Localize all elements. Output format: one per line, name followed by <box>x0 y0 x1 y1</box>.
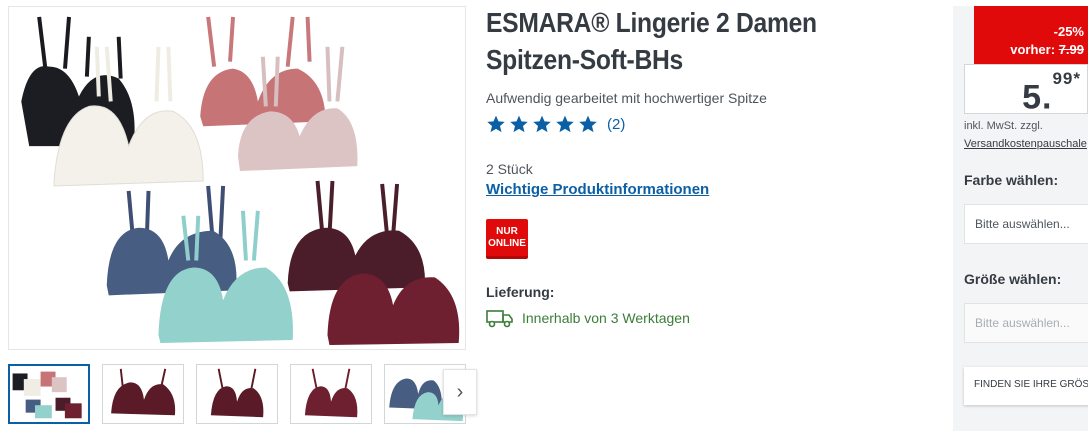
online-only-badge: NUR ONLINE <box>486 219 528 259</box>
badge-line1: NUR <box>496 225 518 237</box>
price-box: 5.99* <box>964 64 1088 117</box>
star-icon <box>510 115 528 133</box>
product-subtitle: Aufwendig gearbeitet mit hochwertiger Sp… <box>486 90 767 106</box>
quantity-text: 2 Stück <box>486 161 533 177</box>
star-icon <box>487 115 505 133</box>
thumbnail-image <box>111 368 176 416</box>
thumbnail-strip: › <box>8 364 477 426</box>
previous-price-value: 7.99 <box>1058 42 1084 57</box>
star-icon <box>579 115 597 133</box>
thumbnail-1[interactable] <box>8 364 90 424</box>
truck-icon <box>486 310 513 328</box>
buybox-panel: -25% vorher: 7.99 5.99* inkl. MwSt. zzgl… <box>953 6 1088 431</box>
product-photo-bras <box>21 16 460 346</box>
previous-price-prefix: vorher: <box>1010 42 1056 57</box>
size-select[interactable]: Bitte auswählen... <box>964 303 1088 343</box>
discount-box: -25% vorher: 7.99 <box>974 6 1088 64</box>
product-title-line2: Spitzen-Soft-BHs <box>486 44 683 75</box>
shipping-cost-link[interactable]: Versandkostenpauschale <box>964 138 1087 150</box>
delivery-text: Innerhalb von 3 Werktagen <box>522 310 690 326</box>
delivery-info: Innerhalb von 3 Werktagen <box>486 307 690 329</box>
thumbnail-next-button[interactable]: › <box>443 369 477 415</box>
star-icon <box>533 115 551 133</box>
discount-percent: -25% <box>1053 24 1084 39</box>
color-select[interactable]: Bitte auswählen... <box>964 204 1088 244</box>
delivery-label: Lieferung: <box>486 284 555 300</box>
product-info-link[interactable]: Wichtige Produktinformationen <box>486 181 709 198</box>
vat-note: inkl. MwSt. zzgl. <box>964 120 1043 132</box>
price-main: 5. <box>1022 78 1053 117</box>
badge-line2: ONLINE <box>488 237 526 249</box>
color-label: Farbe wählen: <box>964 172 1059 188</box>
size-label: Größe wählen: <box>964 271 1062 287</box>
burgundy-bra-graphic <box>287 180 460 346</box>
price-cents: 99* <box>1052 69 1081 88</box>
product-title: ESMARA® Lingerie 2 Damen Spitzen-Soft-BH… <box>486 4 873 78</box>
thumbnail-image <box>304 368 358 418</box>
previous-price: vorher: 7.99 <box>974 41 1084 59</box>
chevron-right-icon: › <box>456 380 464 403</box>
thumbnail-image <box>210 368 264 418</box>
current-price: 5.99* <box>1022 69 1081 117</box>
product-title-line1: ESMARA® Lingerie 2 Damen <box>486 7 817 38</box>
find-size-button[interactable]: FINDEN SIE IHRE GRÖSSE <box>964 367 1088 405</box>
thumbnail-image <box>12 371 82 419</box>
main-product-image[interactable] <box>8 6 466 350</box>
thumbnail-2[interactable] <box>102 364 184 424</box>
rating[interactable]: (2) <box>486 114 625 134</box>
star-icon <box>556 115 574 133</box>
rating-count-link[interactable]: (2) <box>607 116 625 133</box>
navy-bra-graphic <box>106 185 237 296</box>
thumbnail-3[interactable] <box>196 364 278 424</box>
thumbnail-4[interactable] <box>290 364 372 424</box>
